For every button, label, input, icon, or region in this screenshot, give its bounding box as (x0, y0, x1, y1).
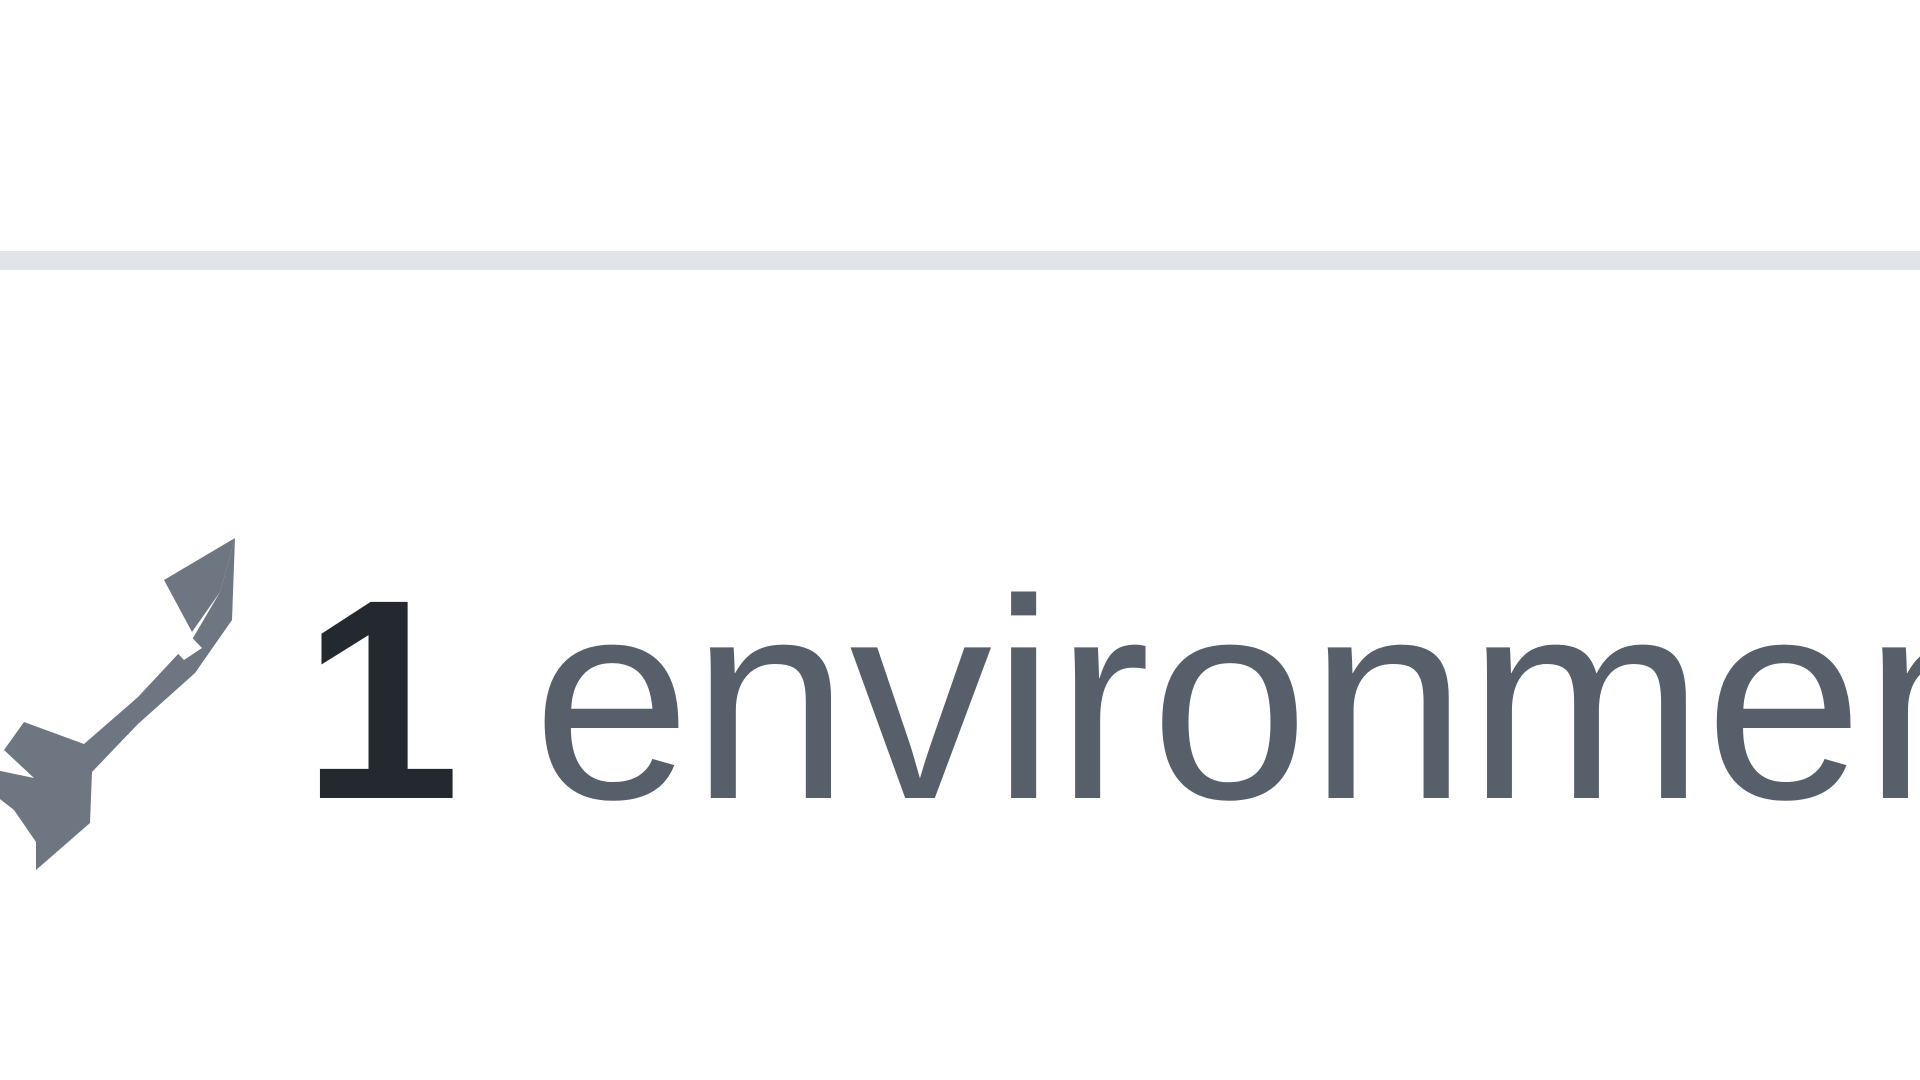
section-divider (0, 251, 1920, 270)
rocket-icon (0, 520, 258, 880)
environments-label: environments (532, 540, 1920, 859)
environment-count: 1 (302, 540, 461, 859)
environments-link[interactable]: 1 environments (0, 520, 1920, 880)
page: 1 environments (0, 0, 1920, 1080)
